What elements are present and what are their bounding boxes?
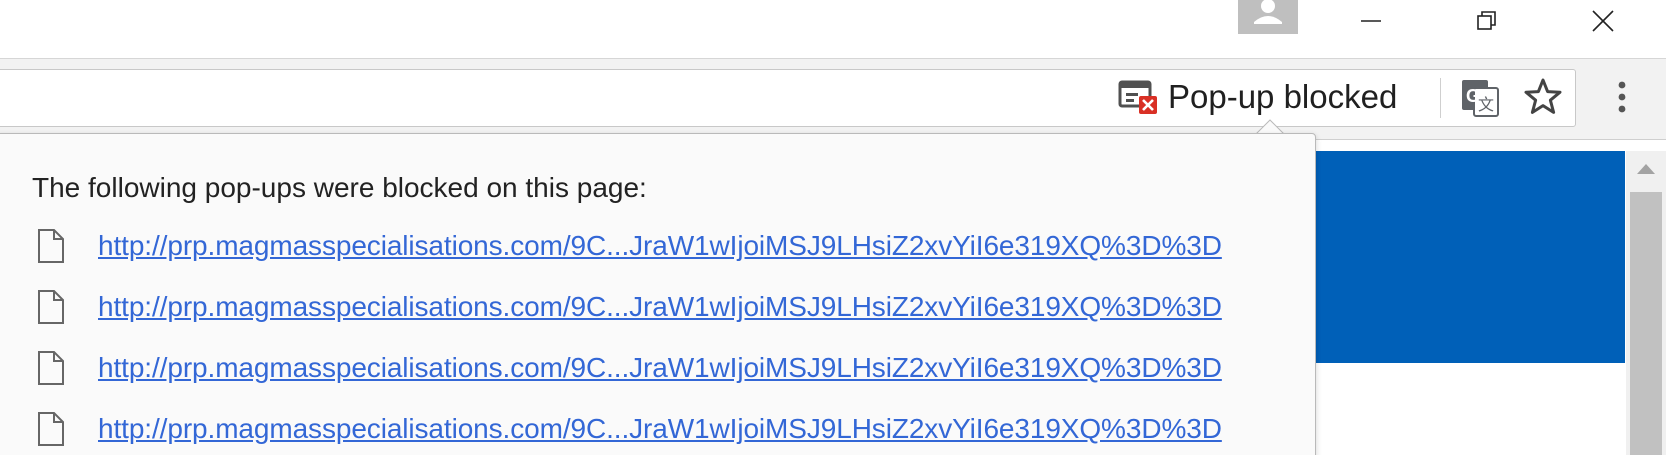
- more-vertical-icon: [1618, 81, 1626, 113]
- title-bar: [0, 0, 1666, 59]
- browser-menu-button[interactable]: [1610, 76, 1634, 118]
- popup-blocked-label: Pop-up blocked: [1168, 78, 1398, 115]
- blocked-popup-link[interactable]: http://prp.magmasspecialisations.com/9C.…: [98, 412, 1222, 446]
- person-icon: [1254, 0, 1282, 24]
- file-icon: [37, 290, 65, 324]
- browser-window: Pop-up blocked G 文 The following pop-ups…: [0, 0, 1666, 455]
- close-button[interactable]: [1570, 0, 1636, 42]
- caret-up-icon: [1637, 164, 1655, 174]
- page-banner: [1315, 151, 1625, 363]
- minimize-button[interactable]: [1338, 0, 1404, 42]
- scroll-up-button[interactable]: [1626, 151, 1666, 187]
- close-icon: [1592, 10, 1614, 32]
- blocked-popup-link[interactable]: http://prp.magmasspecialisations.com/9C.…: [98, 290, 1222, 324]
- restore-icon: [1477, 11, 1496, 30]
- minimize-icon: [1361, 20, 1381, 22]
- list-item: http://prp.magmasspecialisations.com/9C.…: [0, 412, 1315, 455]
- svg-text:文: 文: [1478, 96, 1494, 114]
- file-icon: [37, 351, 65, 385]
- bookmark-star-button[interactable]: [1522, 76, 1564, 118]
- translate-icon: G 文: [1462, 80, 1499, 117]
- profile-avatar[interactable]: [1238, 0, 1298, 34]
- file-icon: [37, 229, 65, 263]
- browser-toolbar: Pop-up blocked G 文: [0, 59, 1666, 140]
- star-icon: [1524, 78, 1562, 114]
- translate-button[interactable]: G 文: [1460, 78, 1500, 118]
- file-icon: [37, 412, 65, 446]
- bubble-title: The following pop-ups were blocked on th…: [32, 172, 647, 203]
- toolbar-divider: [1440, 78, 1441, 118]
- popup-blocked-bubble: The following pop-ups were blocked on th…: [0, 133, 1316, 455]
- blocked-popup-link[interactable]: http://prp.magmasspecialisations.com/9C.…: [98, 351, 1222, 385]
- restore-button[interactable]: [1454, 0, 1520, 42]
- list-item: http://prp.magmasspecialisations.com/9C.…: [0, 351, 1315, 415]
- scrollbar-thumb[interactable]: [1630, 192, 1662, 455]
- popup-blocked-chip[interactable]: Pop-up blocked: [1118, 69, 1397, 125]
- blocked-popup-link[interactable]: http://prp.magmasspecialisations.com/9C.…: [98, 229, 1222, 263]
- list-item: http://prp.magmasspecialisations.com/9C.…: [0, 229, 1315, 293]
- list-item: http://prp.magmasspecialisations.com/9C.…: [0, 290, 1315, 354]
- popup-blocked-icon: [1118, 77, 1158, 117]
